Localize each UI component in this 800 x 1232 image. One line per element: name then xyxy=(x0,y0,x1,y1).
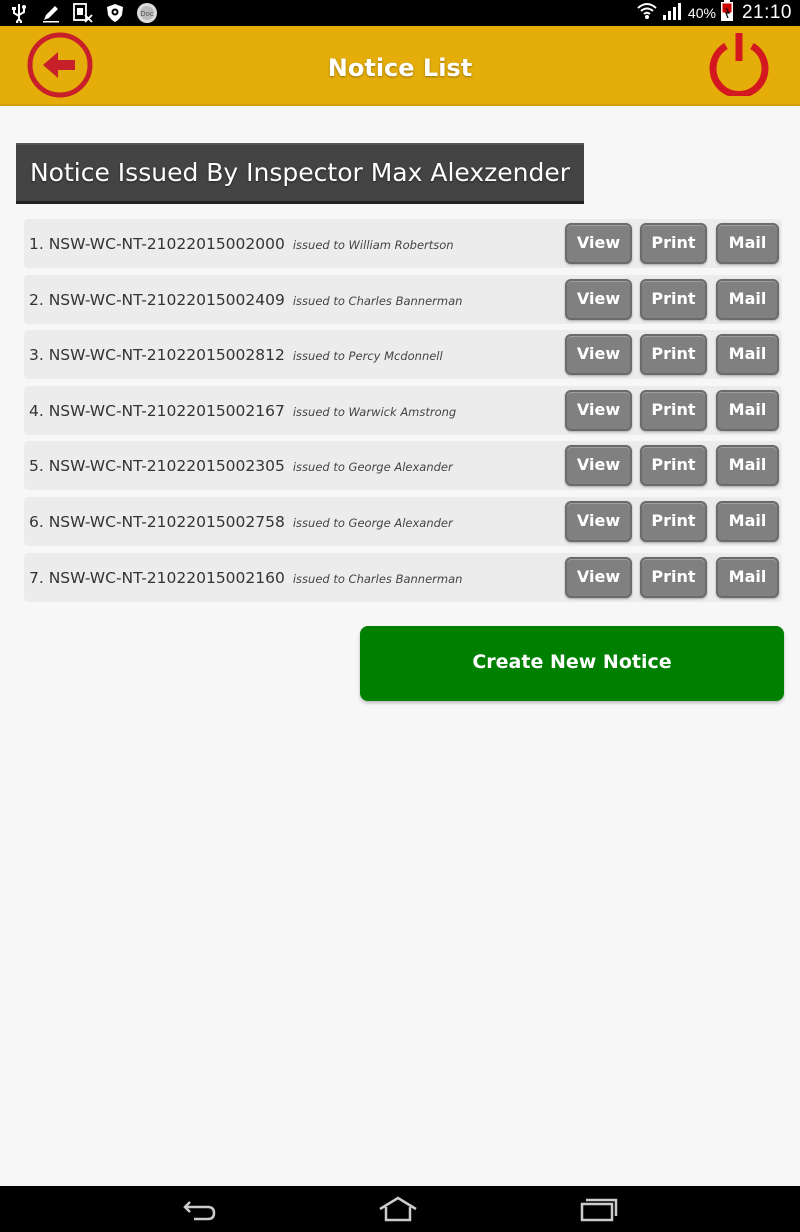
shield-icon xyxy=(104,2,126,24)
mail-button[interactable]: Mail xyxy=(716,223,779,264)
home-icon xyxy=(379,1196,417,1222)
notice-number: 3. NSW-WC-NT-21022015002812 xyxy=(29,346,285,365)
notice-issued-to: issued to Charles Bannerman xyxy=(292,293,463,308)
mail-button[interactable]: Mail xyxy=(716,334,779,376)
notice-list: 1. NSW-WC-NT-21022015002000 issued to Wil… xyxy=(24,219,782,608)
battery-icon xyxy=(720,0,734,26)
status-system-area: 40% 21:10 xyxy=(636,0,792,26)
view-button[interactable]: View xyxy=(565,334,632,376)
view-button[interactable]: View xyxy=(565,445,632,487)
battery-percent: 40% xyxy=(687,5,716,21)
section-header: Notice Issued By Inspector Max Alexzende… xyxy=(16,143,584,204)
notice-row: 4. NSW-WC-NT-21022015002167 issued to War… xyxy=(24,385,782,435)
notice-number: 4. NSW-WC-NT-21022015002167 xyxy=(29,401,285,420)
notice-number: 7. NSW-WC-NT-21022015002160 xyxy=(29,568,285,587)
no-sim-icon xyxy=(72,2,94,24)
nav-home-button[interactable] xyxy=(374,1192,422,1226)
notice-text: 3. NSW-WC-NT-21022015002812 issued to Per… xyxy=(29,330,443,379)
svg-text:Doc: Doc xyxy=(140,10,154,18)
view-button[interactable]: View xyxy=(565,556,632,598)
notice-number: 1. NSW-WC-NT-21022015002000 xyxy=(29,235,285,253)
app-icon: Doc xyxy=(136,2,158,24)
mail-button[interactable]: Mail xyxy=(716,389,779,431)
notice-number: 2. NSW-WC-NT-21022015002409 xyxy=(29,290,285,309)
notice-number: 6. NSW-WC-NT-21022015002758 xyxy=(29,512,285,531)
print-button[interactable]: Print xyxy=(640,445,707,487)
notice-text: 7. NSW-WC-NT-21022015002160 issued to Cha… xyxy=(29,553,462,602)
print-button[interactable]: Print xyxy=(640,223,707,264)
print-button[interactable]: Print xyxy=(640,500,707,542)
view-button[interactable]: View xyxy=(565,500,632,542)
app-bar: Notice List xyxy=(0,26,800,106)
notice-issued-to: issued to George Alexander xyxy=(292,515,453,530)
status-bar: Doc 40% 21:10 xyxy=(0,0,800,26)
status-notification-icons: Doc xyxy=(8,2,158,24)
print-button[interactable]: Print xyxy=(640,556,707,598)
usb-icon xyxy=(8,2,30,24)
create-new-notice-button[interactable]: Create New Notice xyxy=(360,626,784,701)
mail-button[interactable]: Mail xyxy=(716,500,779,542)
notice-issued-to: issued to William Robertson xyxy=(292,238,454,252)
status-clock: 21:10 xyxy=(741,2,792,23)
edit-icon xyxy=(40,2,62,24)
notice-text: 2. NSW-WC-NT-21022015002409 issued to Cha… xyxy=(29,275,462,324)
notice-issued-to: issued to George Alexander xyxy=(292,460,453,475)
notice-row: 1. NSW-WC-NT-21022015002000 issued to Wil… xyxy=(24,219,782,268)
notice-text: 4. NSW-WC-NT-21022015002167 issued to War… xyxy=(29,386,456,435)
view-button[interactable]: View xyxy=(565,389,632,431)
print-button[interactable]: Print xyxy=(640,278,707,320)
notice-text: 5. NSW-WC-NT-21022015002305 issued to Geo… xyxy=(29,441,453,490)
notice-number: 5. NSW-WC-NT-21022015002305 xyxy=(29,457,285,476)
notice-issued-to: issued to Warwick Amstrong xyxy=(292,404,457,419)
view-button[interactable]: View xyxy=(565,223,632,264)
nav-back-button[interactable] xyxy=(176,1192,224,1226)
notice-text: 1. NSW-WC-NT-21022015002000 issued to Wil… xyxy=(29,219,454,268)
page-title: Notice List xyxy=(327,54,473,82)
recent-apps-icon xyxy=(580,1198,618,1222)
logout-button[interactable] xyxy=(706,30,772,98)
print-button[interactable]: Print xyxy=(640,389,707,431)
mail-button[interactable]: Mail xyxy=(716,278,779,320)
power-icon xyxy=(709,33,769,98)
notice-row: 6. NSW-WC-NT-21022015002758 issued to Geo… xyxy=(24,496,782,546)
notice-issued-to: issued to Percy Mcdonnell xyxy=(292,349,443,364)
print-button[interactable]: Print xyxy=(640,334,707,376)
wifi-icon xyxy=(636,1,658,25)
notice-row: 2. NSW-WC-NT-21022015002409 issued to Cha… xyxy=(24,274,782,324)
signal-icon xyxy=(662,1,684,25)
notice-issued-to: issued to Charles Bannerman xyxy=(292,571,463,586)
notice-row: 7. NSW-WC-NT-21022015002160 issued to Cha… xyxy=(24,552,782,602)
back-icon xyxy=(183,1201,216,1221)
notice-text: 6. NSW-WC-NT-21022015002758 issued to Geo… xyxy=(29,497,453,546)
nav-recent-apps-button[interactable] xyxy=(574,1192,622,1226)
view-button[interactable]: View xyxy=(565,278,632,320)
notice-row: 3. NSW-WC-NT-21022015002812 issued to Per… xyxy=(24,330,782,380)
mail-button[interactable]: Mail xyxy=(716,445,779,487)
navigation-bar xyxy=(0,1186,800,1232)
mail-button[interactable]: Mail xyxy=(716,556,779,598)
notice-row: 5. NSW-WC-NT-21022015002305 issued to Geo… xyxy=(24,441,782,491)
